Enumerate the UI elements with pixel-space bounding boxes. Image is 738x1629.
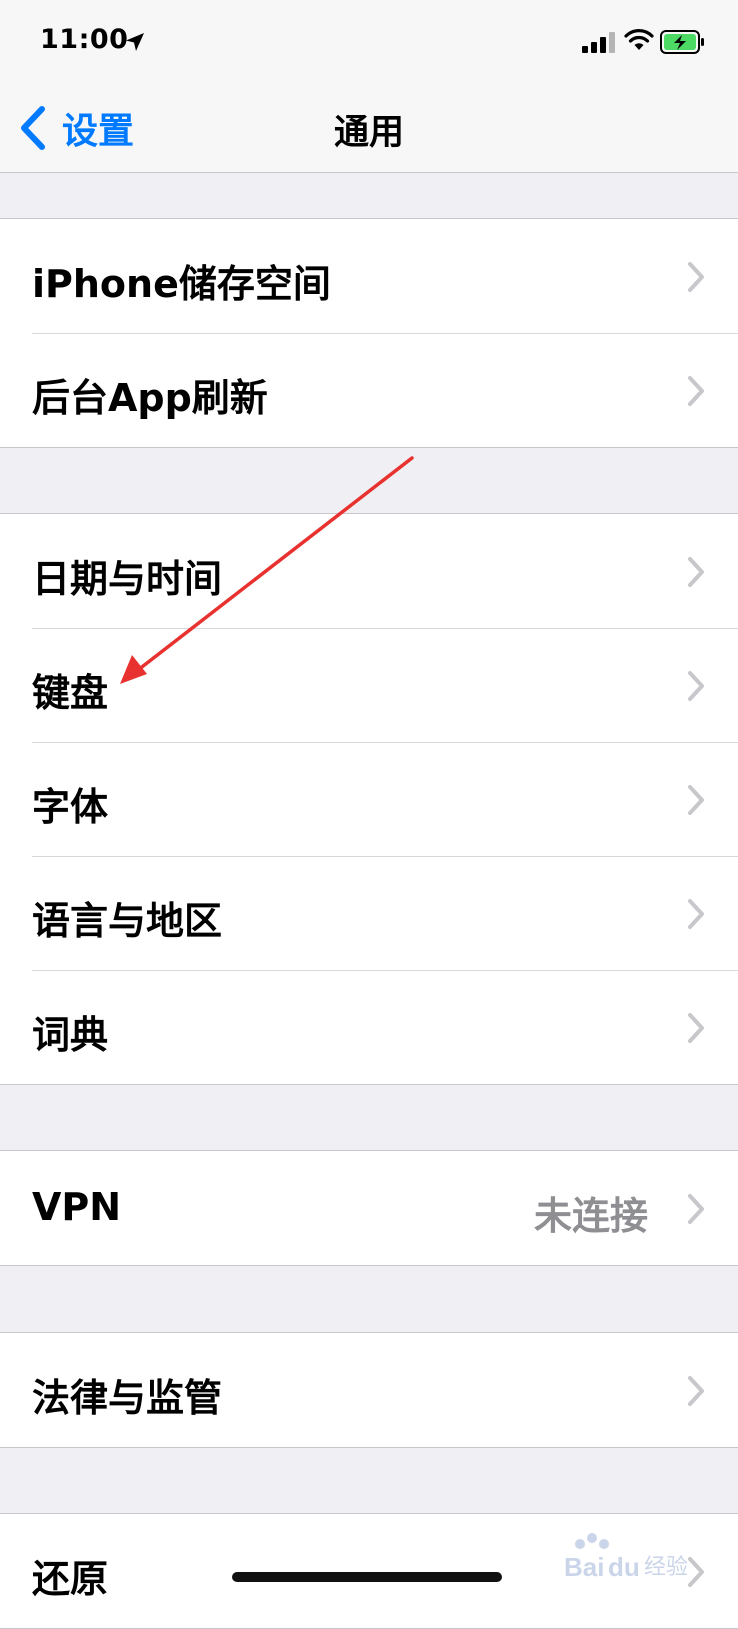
- status-time: 11:00: [40, 24, 129, 55]
- vpn-status-value: 未连接: [533, 1194, 648, 1238]
- row-label: 字体: [32, 785, 109, 829]
- row-label: 日期与时间: [32, 557, 223, 601]
- row-dictionary[interactable]: 词典: [0, 970, 738, 1084]
- row-background-app-refresh[interactable]: 后台App刷新: [0, 333, 738, 447]
- row-label: 还原: [32, 1557, 109, 1601]
- chevron-right-icon: [688, 899, 704, 929]
- row-label: VPN: [32, 1185, 122, 1229]
- row-date-time[interactable]: 日期与时间: [0, 514, 738, 628]
- row-label: iPhone储存空间: [32, 262, 331, 306]
- row-vpn[interactable]: VPN 未连接: [0, 1151, 738, 1265]
- row-label: 语言与地区: [32, 899, 223, 943]
- row-label: 法律与监管: [32, 1376, 223, 1420]
- row-language-region[interactable]: 语言与地区: [0, 856, 738, 970]
- battery-charging-icon: [660, 30, 704, 54]
- chevron-right-icon: [688, 785, 704, 815]
- svg-text:du: du: [608, 1552, 640, 1582]
- row-label: 词典: [32, 1013, 109, 1057]
- home-indicator: [232, 1572, 502, 1582]
- chevron-right-icon: [688, 1013, 704, 1043]
- row-iphone-storage[interactable]: iPhone储存空间: [0, 219, 738, 333]
- row-label: 后台App刷新: [32, 376, 268, 420]
- watermark-logo: Bai du 经验: [564, 1533, 688, 1582]
- navigation-bar: 设置 通用: [0, 88, 738, 173]
- settings-group-input: 日期与时间 键盘 字体 语言与地区 词典: [0, 513, 738, 1085]
- location-arrow-icon: [126, 33, 144, 51]
- row-keyboard[interactable]: 键盘: [0, 628, 738, 742]
- cellular-signal-icon: [582, 32, 615, 53]
- chevron-right-icon: [688, 262, 704, 292]
- row-fonts[interactable]: 字体: [0, 742, 738, 856]
- page-title: 通用: [333, 113, 404, 153]
- chevron-right-icon: [688, 671, 704, 701]
- row-label: 键盘: [32, 671, 109, 715]
- chevron-right-icon: [688, 1194, 704, 1224]
- settings-group-storage: iPhone储存空间 后台App刷新: [0, 218, 738, 448]
- chevron-right-icon: [688, 1376, 704, 1406]
- status-bar: 11:00: [0, 0, 738, 88]
- row-legal-regulatory[interactable]: 法律与监管: [0, 1333, 738, 1447]
- chevron-right-icon: [688, 557, 704, 587]
- svg-text:Bai: Bai: [564, 1552, 604, 1582]
- settings-group-legal: 法律与监管: [0, 1332, 738, 1448]
- wifi-icon: [624, 29, 654, 50]
- svg-text:经验: 经验: [644, 1555, 688, 1580]
- settings-group-vpn: VPN 未连接: [0, 1150, 738, 1266]
- chevron-right-icon: [688, 376, 704, 406]
